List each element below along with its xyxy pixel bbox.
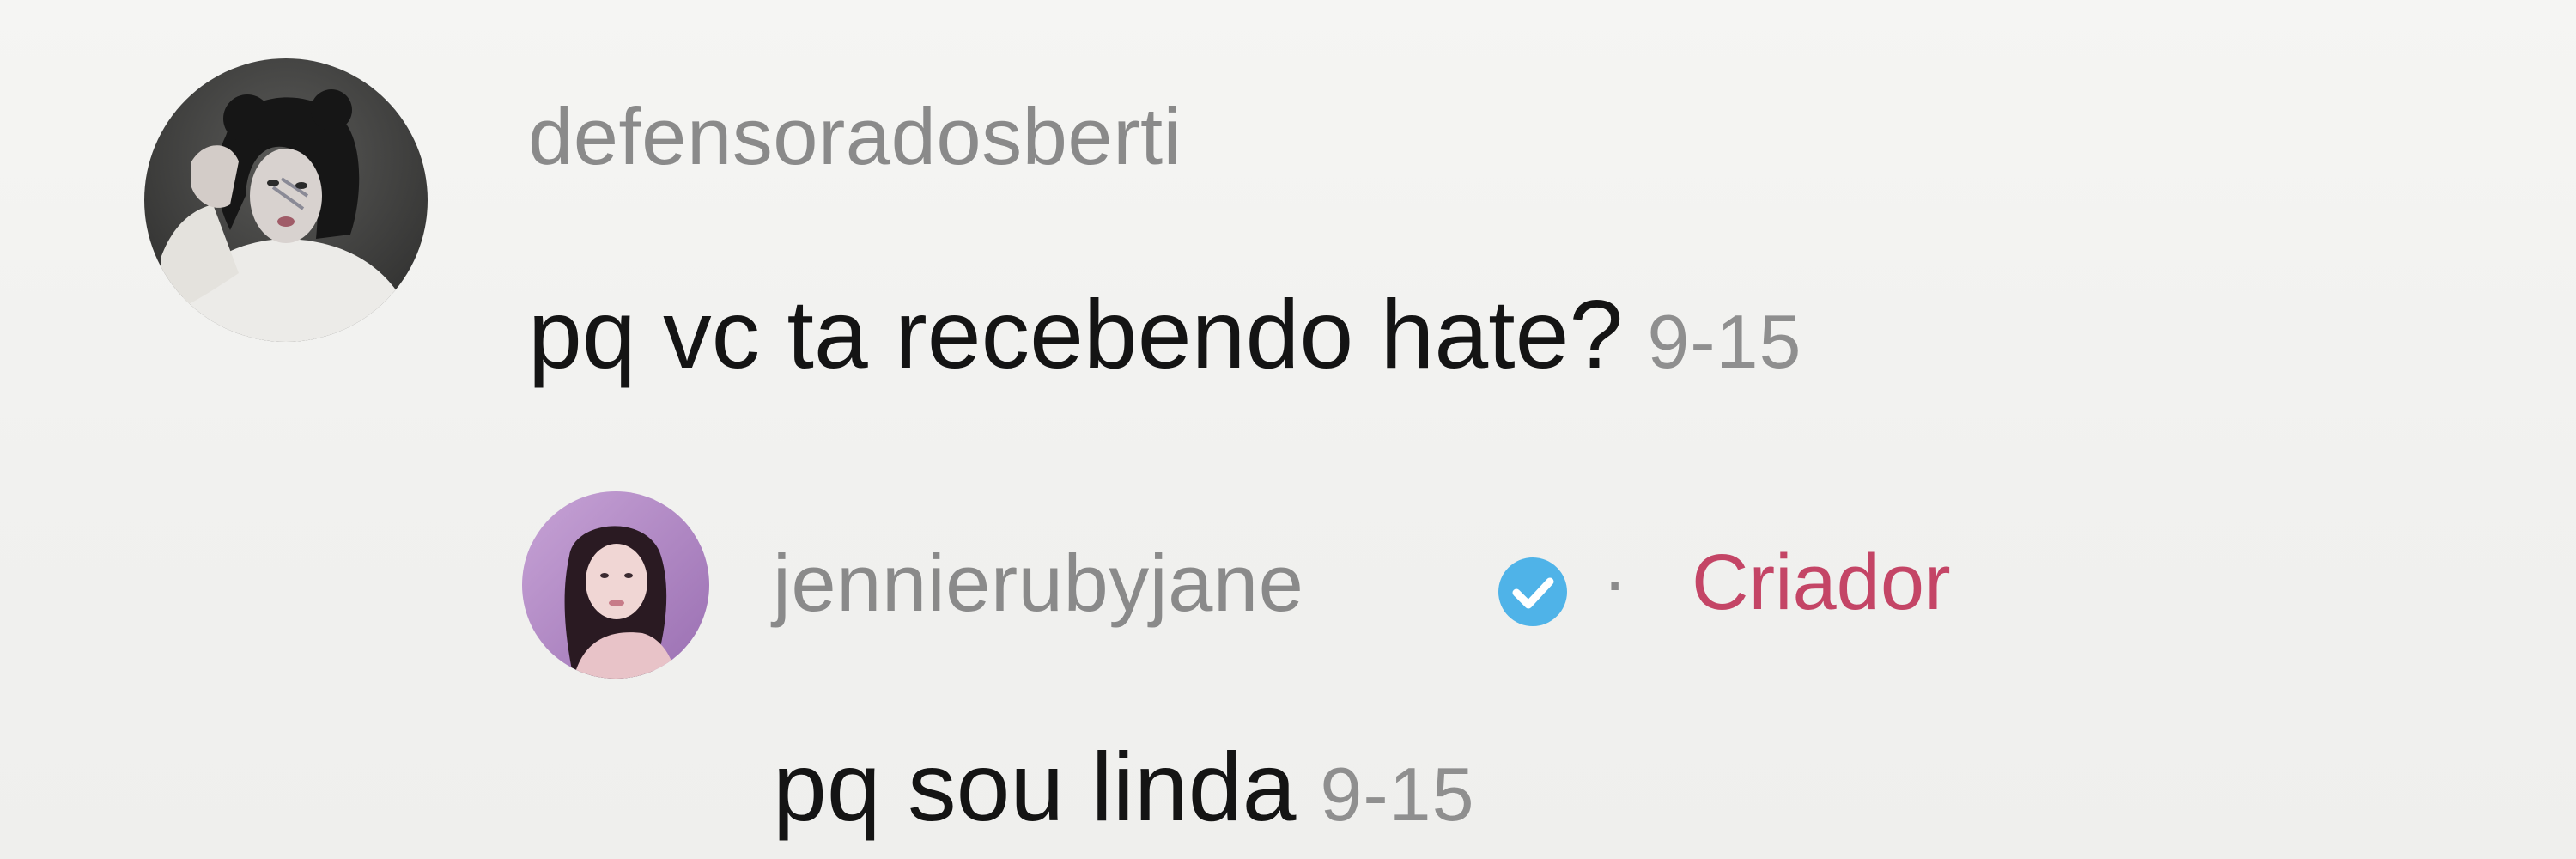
reply-timestamp: 9-15 [1320,752,1475,837]
creator-avatar-image [522,491,709,679]
reply-body: pq sou linda [773,733,1297,841]
separator-dot: · [1602,538,1628,623]
comment-thread: defensoradosberti pq vc ta recebendo hat… [0,0,2576,859]
comment-text: pq vc ta recebendo hate? 9-15 [528,286,1801,383]
reply-text: pq sou linda 9-15 [773,739,1475,836]
comment-timestamp: 9-15 [1647,299,1802,384]
verified-check-icon [1496,555,1570,629]
creator-username[interactable]: jennierubyjane [773,543,1303,624]
commenter-avatar[interactable] [144,58,428,342]
comment-body: pq vc ta recebendo hate? [528,280,1624,388]
creator-avatar[interactable] [522,491,709,679]
commenter-username[interactable]: defensoradosberti [528,96,1182,177]
commenter-avatar-image [144,58,428,342]
creator-badge: Criador [1692,539,1951,626]
